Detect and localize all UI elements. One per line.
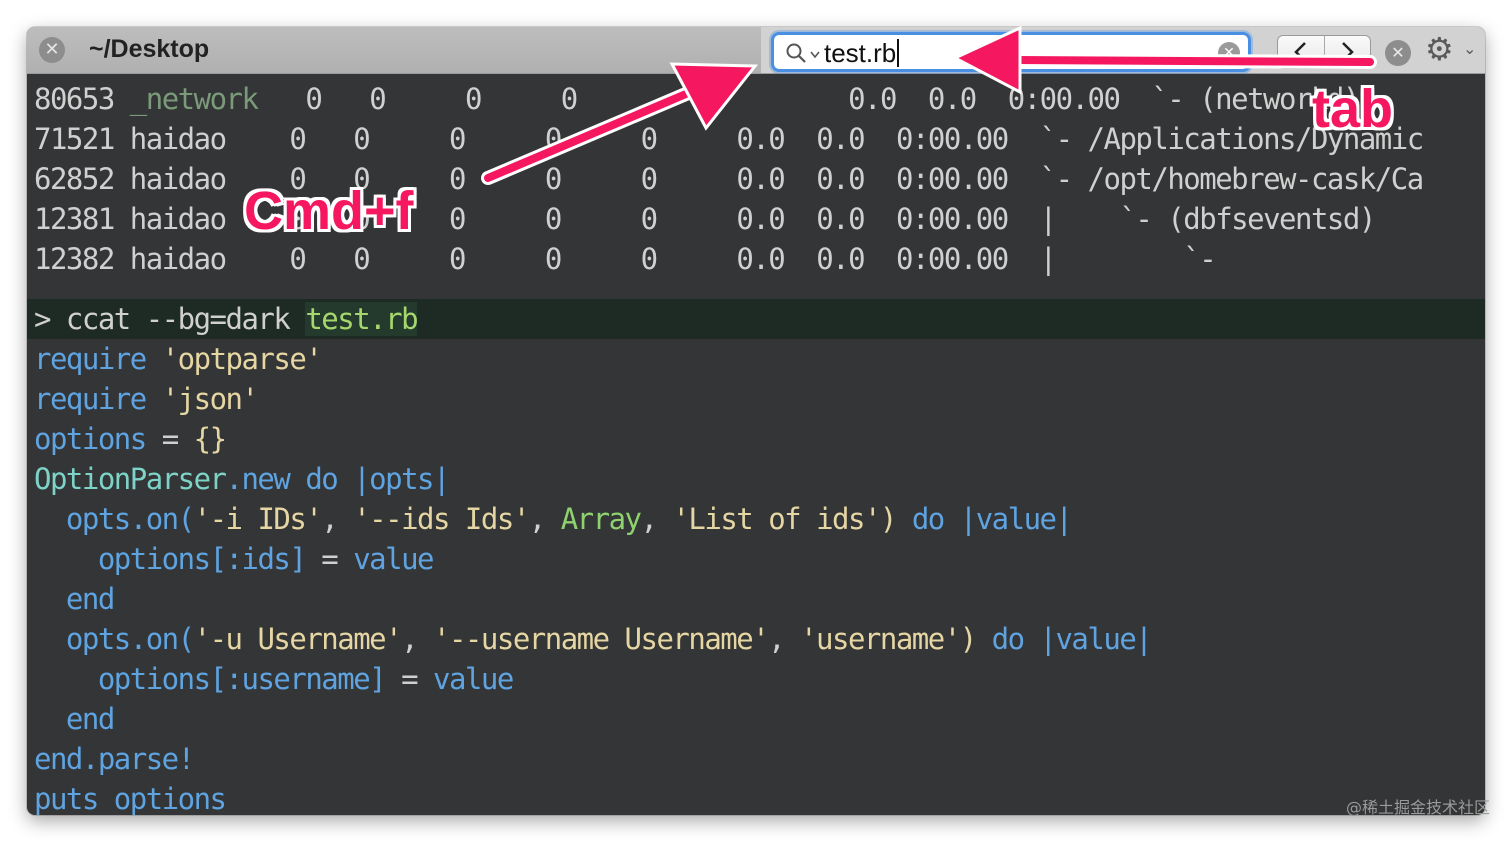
chevron-down-icon[interactable]: ⌄ bbox=[1463, 39, 1476, 58]
process-row: 71521 haidao 0 0 0 0 0 0.0 0.0 0:00.00 `… bbox=[34, 122, 1424, 156]
search-icon bbox=[786, 43, 806, 63]
code-line: options[:username] = value bbox=[34, 662, 514, 696]
find-next-button[interactable] bbox=[1323, 36, 1371, 68]
find-search-field[interactable]: test.rb ✕ bbox=[771, 32, 1251, 72]
tab-title: ~/Desktop bbox=[89, 35, 210, 63]
code-line: require 'json' bbox=[34, 382, 259, 416]
cmd-f-annotation: Cmd+f bbox=[244, 181, 414, 241]
find-navigation bbox=[1277, 35, 1371, 69]
code-line: opts.on('-i IDs', '--ids Ids', Array, 'L… bbox=[34, 502, 1073, 536]
code-line: require 'optparse' bbox=[34, 342, 323, 376]
code-line: end bbox=[34, 582, 115, 616]
gear-icon[interactable]: ⚙ bbox=[1425, 30, 1454, 68]
code-line: options = {} bbox=[34, 422, 227, 456]
command-line: > ccat --bg=dark test.rb bbox=[27, 299, 1485, 339]
process-row: 12382 haidao 0 0 0 0 0 0.0 0.0 0:00.00 |… bbox=[34, 242, 1217, 276]
code-line: end bbox=[34, 702, 115, 736]
tab-desktop[interactable]: ✕ ~/Desktop bbox=[27, 27, 762, 73]
code-line: end.parse! bbox=[34, 742, 195, 776]
chevron-right-icon bbox=[1342, 42, 1355, 62]
process-row: 12381 haidao 0 0 0 0 0 0.0 0.0 0:00.00 |… bbox=[34, 202, 1376, 236]
watermark: @稀土掘金技术社区 bbox=[1345, 798, 1490, 817]
text-caret bbox=[897, 39, 900, 67]
find-bar: test.rb ✕ ✕ ⚙ ⌄ bbox=[761, 27, 1485, 73]
clear-search-icon[interactable]: ✕ bbox=[1218, 42, 1240, 64]
process-row: 80653 _network 0 0 0 0 0.0 0.0 0:00.00 `… bbox=[34, 82, 1360, 116]
tab-annotation: tab bbox=[1312, 79, 1393, 139]
tab-bar: ✕ ~/Desktop test.rb ✕ ✕ ⚙ ⌄ bbox=[27, 27, 1485, 74]
code-line: opts.on('-u Username', '--username Usern… bbox=[34, 622, 1153, 656]
code-line: OptionParser.new do |opts| bbox=[34, 462, 450, 496]
search-match-highlight: test.rb bbox=[305, 302, 419, 336]
code-line: options[:ids] = value bbox=[34, 542, 435, 576]
find-search-input[interactable]: test.rb bbox=[824, 38, 900, 69]
close-tab-icon[interactable]: ✕ bbox=[39, 37, 65, 63]
process-row: 62852 haidao 0 0 0 0 0 0.0 0.0 0:00.00 `… bbox=[34, 162, 1424, 196]
find-previous-button[interactable] bbox=[1278, 36, 1324, 68]
chevron-left-icon bbox=[1293, 42, 1306, 62]
terminal-window: ✕ ~/Desktop test.rb ✕ ✕ ⚙ ⌄ 80653 _netwo… bbox=[27, 27, 1485, 815]
search-options-chevron-icon[interactable] bbox=[810, 51, 820, 59]
code-line: puts options bbox=[34, 782, 227, 815]
close-find-icon[interactable]: ✕ bbox=[1385, 40, 1411, 66]
